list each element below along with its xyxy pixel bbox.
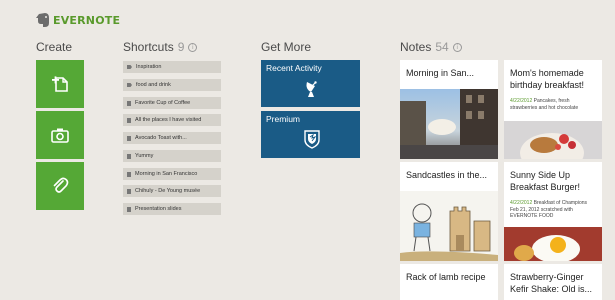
note-date: 4/22/2012 bbox=[510, 200, 533, 206]
new-note-icon bbox=[52, 76, 68, 92]
shortcut-item[interactable]: Presentation slides bbox=[123, 203, 221, 215]
note-photo bbox=[504, 121, 602, 159]
note-photo bbox=[400, 89, 498, 159]
note-title: Sunny Side Up Breakfast Burger! bbox=[510, 170, 581, 192]
paperclip-icon bbox=[53, 177, 69, 193]
note-icon bbox=[127, 153, 131, 159]
note-photo bbox=[504, 227, 602, 261]
note-card[interactable]: Sunny Side Up Breakfast Burger! 4/22/201… bbox=[504, 162, 602, 261]
note-title: Mom's homemade birthday breakfast! bbox=[510, 68, 585, 90]
shortcuts-section-title: Shortcuts 9 i bbox=[123, 40, 198, 54]
shortcut-item[interactable]: Favorite Cup of Coffee bbox=[123, 97, 221, 109]
note-icon bbox=[127, 117, 131, 123]
note-icon bbox=[127, 100, 131, 106]
note-title: Rack of lamb recipe bbox=[406, 272, 486, 282]
get-more-section-title: Get More bbox=[261, 40, 312, 54]
note-card[interactable]: Rack of lamb recipe bbox=[400, 264, 498, 300]
notes-section-title: Notes 54 i bbox=[400, 40, 462, 54]
note-icon bbox=[127, 135, 131, 141]
shield-icon bbox=[304, 130, 320, 149]
evernote-logo: EVERNOTE bbox=[36, 12, 120, 28]
create-section-title: Create bbox=[36, 40, 73, 54]
shortcut-item[interactable]: Morning in San Francisco bbox=[123, 168, 221, 180]
premium-label: Premium bbox=[266, 114, 301, 124]
recent-activity-tile[interactable]: Recent Activity bbox=[261, 60, 360, 107]
note-meta: 4/22/2012 Breakfast of Champions Feb 21,… bbox=[510, 200, 596, 220]
shortcut-item[interactable]: food and drink bbox=[123, 79, 221, 91]
tag-icon bbox=[127, 65, 132, 69]
info-icon[interactable]: i bbox=[188, 42, 198, 52]
satellite-dish-icon bbox=[306, 81, 317, 97]
note-icon bbox=[127, 206, 131, 212]
note-icon bbox=[127, 171, 131, 177]
note-card[interactable]: Mom's homemade birthday breakfast! 4/22/… bbox=[504, 60, 602, 159]
info-icon[interactable]: i bbox=[452, 42, 462, 52]
shortcut-item[interactable]: Yummy bbox=[123, 150, 221, 162]
new-note-button[interactable] bbox=[36, 60, 84, 108]
note-card[interactable]: Sandcastles in the... bbox=[400, 162, 498, 261]
note-title: Sandcastles in the... bbox=[406, 170, 488, 180]
shortcut-item[interactable]: Chihuly - De Young musée bbox=[123, 185, 221, 197]
note-photo bbox=[400, 191, 498, 261]
note-card[interactable]: Morning in San... bbox=[400, 60, 498, 159]
recent-activity-label: Recent Activity bbox=[266, 63, 322, 73]
premium-tile[interactable]: Premium bbox=[261, 111, 360, 158]
camera-icon bbox=[51, 128, 69, 143]
shortcuts-count: 9 bbox=[177, 40, 185, 54]
note-title: Morning in San... bbox=[406, 68, 475, 78]
attachment-note-button[interactable] bbox=[36, 162, 84, 210]
note-card[interactable]: Strawberry-Ginger Kefir Shake: Old is... bbox=[504, 264, 602, 300]
tag-icon bbox=[127, 83, 132, 87]
shortcut-item[interactable]: Inspiration bbox=[123, 61, 221, 73]
camera-note-button[interactable] bbox=[36, 111, 84, 159]
shortcut-item[interactable]: Avocado Toast with... bbox=[123, 132, 221, 144]
logo-text: EVERNOTE bbox=[53, 13, 121, 27]
note-date: 4/22/2012 bbox=[510, 98, 533, 104]
note-title: Strawberry-Ginger Kefir Shake: Old is... bbox=[510, 272, 593, 294]
shortcut-item[interactable]: All the places I have visited bbox=[123, 114, 221, 126]
note-meta: 4/22/2012 Pancakes, fresh strawberries a… bbox=[510, 98, 596, 111]
elephant-logo-icon bbox=[36, 13, 49, 27]
notes-count: 54 bbox=[435, 40, 449, 54]
note-icon bbox=[127, 188, 131, 194]
